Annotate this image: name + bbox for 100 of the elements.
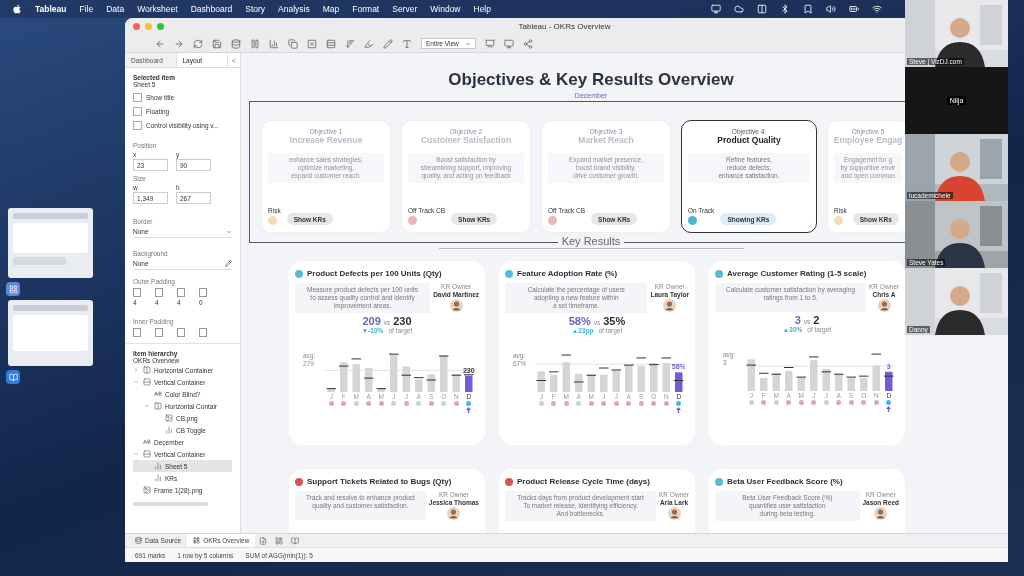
volume-icon[interactable]: [826, 4, 836, 14]
actual-value: 3: [794, 314, 801, 326]
battery-icon[interactable]: [849, 4, 859, 14]
objective-title: Employee Engag: [833, 135, 903, 145]
refresh-icon[interactable]: [193, 38, 203, 49]
menu-item[interactable]: Story: [245, 4, 266, 14]
wifi-icon[interactable]: [872, 4, 882, 14]
close-button[interactable]: [133, 23, 140, 30]
window-title: Tableau - OKRs Overview: [517, 22, 612, 31]
back-icon[interactable]: [155, 38, 165, 49]
sheet-icon: [165, 426, 173, 434]
clear-icon[interactable]: [307, 38, 317, 49]
sheet-icon: [154, 474, 162, 482]
avatar: [663, 299, 677, 312]
target-mark: [389, 353, 399, 355]
target-mark: [884, 375, 894, 377]
text-icon[interactable]: [402, 38, 412, 49]
cloud-icon[interactable]: [734, 4, 744, 14]
database-icon[interactable]: [231, 38, 241, 49]
menu-item[interactable]: Data: [106, 4, 125, 14]
target-value: 35%: [603, 315, 626, 327]
window-thumbnail[interactable]: [8, 208, 93, 278]
apple-logo-icon[interactable]: [12, 4, 22, 14]
dashboard-icon: [193, 537, 201, 544]
app-icon[interactable]: [6, 370, 20, 384]
target-mark: [561, 354, 571, 356]
menu-item[interactable]: Server: [392, 4, 418, 14]
rows-icon[interactable]: [326, 38, 336, 49]
share-icon[interactable]: [522, 38, 533, 49]
target-mark: [809, 356, 819, 358]
image-icon: [143, 486, 151, 494]
menu-item[interactable]: Worksheet: [137, 4, 178, 14]
menu-item[interactable]: Map: [322, 4, 340, 14]
arrow-up-icon: [466, 407, 472, 413]
padding-icon: [177, 328, 185, 337]
new-story-icon[interactable]: [291, 536, 300, 545]
arrow-up-icon: [886, 406, 892, 412]
target-mark: [674, 380, 684, 381]
pause-icon[interactable]: [250, 38, 260, 49]
pencil-icon: [225, 260, 232, 267]
objective-title: Market Reach: [578, 135, 634, 145]
forward-icon[interactable]: [174, 38, 184, 49]
padding-icon: [133, 328, 141, 337]
chevron-down-icon[interactable]: [133, 379, 139, 385]
menu-item[interactable]: Format: [352, 4, 380, 14]
actual-value: 58%: [568, 315, 591, 327]
chevron-down-icon[interactable]: [144, 403, 150, 409]
target-value: 230: [393, 315, 412, 327]
menu-item[interactable]: Dashboard: [190, 4, 233, 14]
window-thumbnail[interactable]: [8, 300, 93, 366]
text-icon: [154, 390, 162, 398]
new-dashboard-icon[interactable]: [275, 536, 284, 545]
card-title: Support Tickets Related to Bugs (Qty): [307, 477, 452, 486]
menu-item[interactable]: Analysis: [278, 4, 310, 14]
new-sheet-icon[interactable]: [259, 536, 268, 545]
rows-icon: [143, 378, 151, 386]
zoom-button[interactable]: [157, 23, 164, 30]
avatar: [447, 507, 461, 520]
card-title: Product Defects per 100 Units (Qty): [307, 269, 442, 278]
padding-icon: [155, 288, 163, 297]
columns-icon[interactable]: [757, 4, 767, 14]
objective-title: Increase Revenue: [289, 135, 363, 145]
avatar: [877, 299, 891, 312]
pencil-icon[interactable]: [383, 38, 393, 49]
app-icon[interactable]: [6, 282, 20, 296]
menu-item[interactable]: Tableau: [35, 4, 67, 14]
save-icon[interactable]: [212, 38, 222, 49]
sort-icon[interactable]: [345, 38, 355, 49]
chevron-right-icon[interactable]: [133, 367, 139, 373]
target-mark: [439, 355, 449, 357]
section-heading: Key Results: [557, 235, 625, 248]
bookmark-icon[interactable]: [803, 4, 813, 14]
highlighter-icon[interactable]: [364, 38, 374, 49]
avatar: [449, 299, 463, 312]
padding-icon: [199, 288, 207, 297]
chevron-down-icon[interactable]: [133, 451, 139, 457]
checkbox[interactable]: [133, 121, 142, 130]
presentation-icon[interactable]: [484, 38, 495, 49]
card-title: Beta User Feedback Score (%): [727, 477, 843, 486]
sheet-icon: [154, 462, 162, 470]
padding-icon: [177, 288, 185, 297]
padding-icon: [133, 288, 141, 297]
checkbox[interactable]: [133, 93, 142, 102]
menu-item[interactable]: File: [79, 4, 94, 14]
card-title: Feature Adoption Rate (%): [517, 269, 618, 278]
columns-icon: [154, 402, 162, 410]
dashboard-title: Objectives & Key Results Overview: [448, 69, 734, 91]
card-title: Average Customer Rating (1-5 scale): [727, 269, 867, 278]
menu-item[interactable]: Window: [430, 4, 461, 14]
target-mark: [871, 353, 881, 355]
screen-icon[interactable]: [711, 4, 721, 14]
rows-icon: [143, 450, 151, 458]
menu-item[interactable]: Help: [473, 4, 491, 14]
duplicate-icon[interactable]: [288, 38, 298, 49]
text-icon: [143, 438, 151, 446]
avatar: [874, 507, 888, 520]
bar-chart-icon[interactable]: [269, 38, 279, 49]
checkbox[interactable]: [133, 107, 142, 116]
monitor-icon[interactable]: [503, 38, 514, 49]
bluetooth-icon[interactable]: [780, 4, 790, 14]
